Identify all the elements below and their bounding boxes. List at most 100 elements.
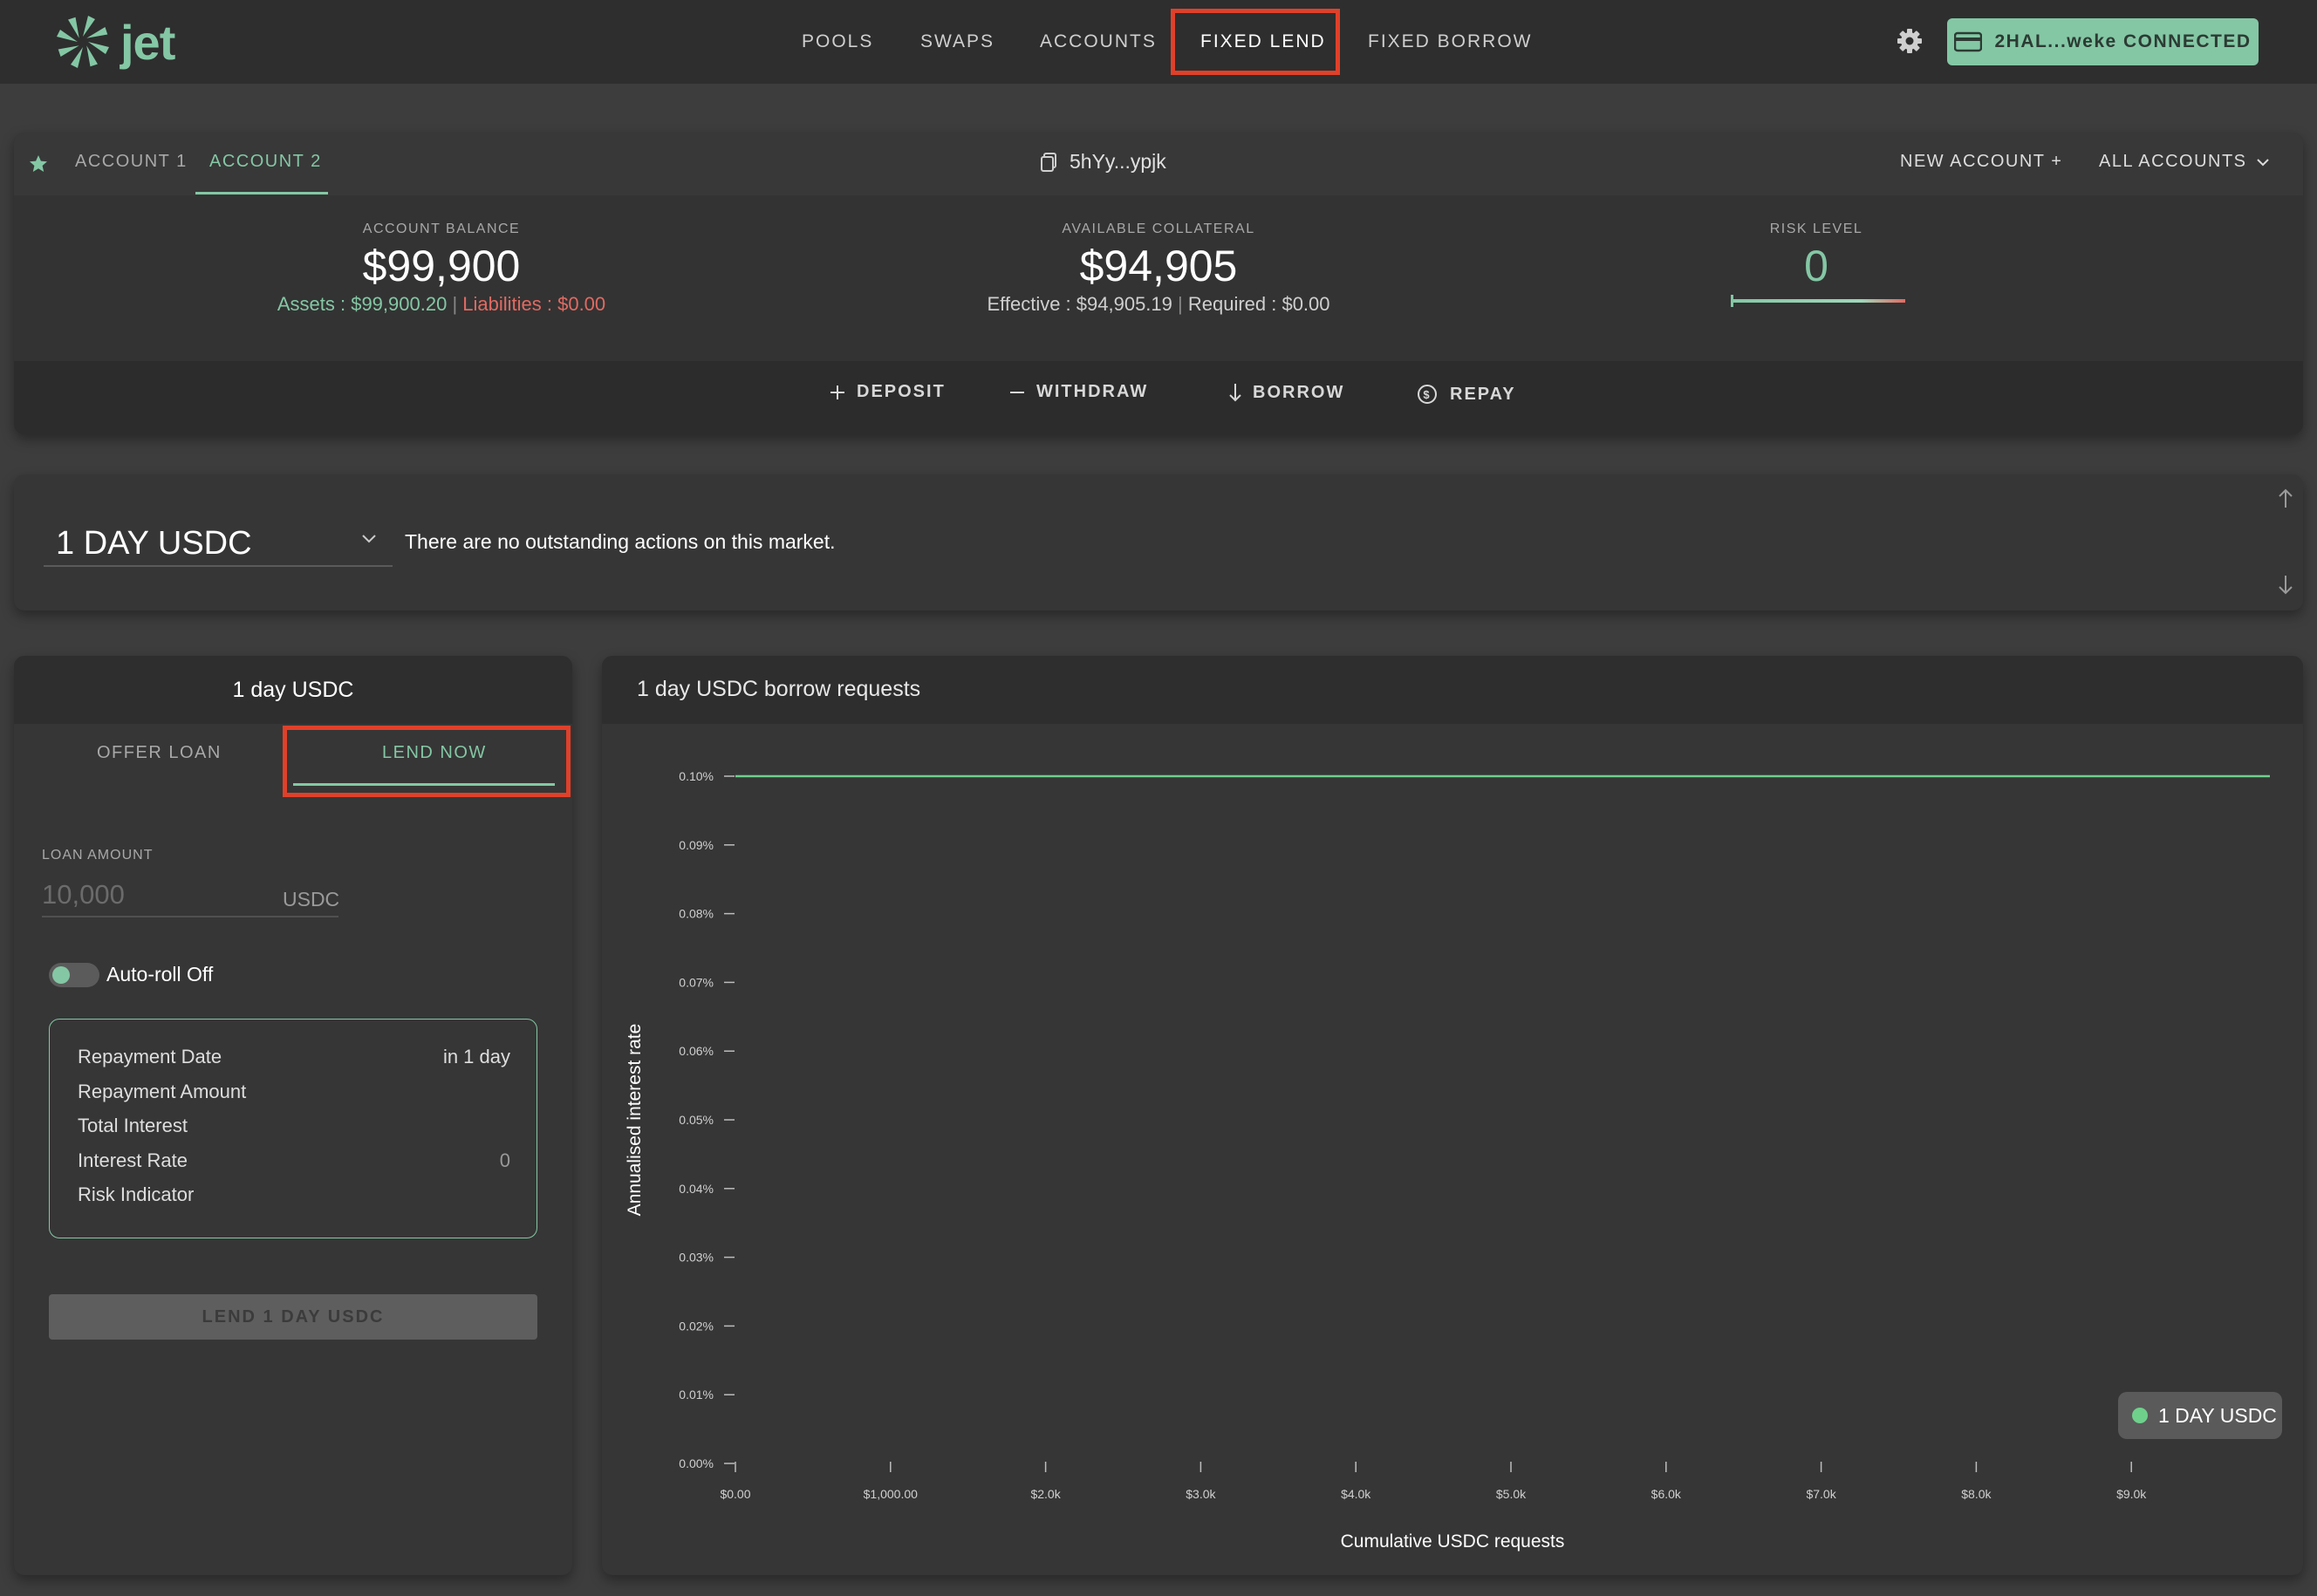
loan-summary-box: Repayment Date in 1 day Repayment Amount… (49, 1019, 537, 1238)
repayment-amount-row: Repayment Amount (78, 1081, 510, 1103)
x-tick-label: $7.0k (1806, 1487, 1836, 1501)
deposit-button[interactable]: DEPOSIT (829, 382, 946, 402)
repay-label: REPAY (1450, 384, 1516, 404)
effective-collateral: Effective : $94,905.19 (987, 293, 1172, 315)
repayment-date-label: Repayment Date (78, 1046, 222, 1067)
wallet-label: 2HAL...weke CONNECTED (1994, 31, 2252, 51)
y-tick-label: 0.05% (679, 1113, 714, 1127)
borrow-label: BORROW (1253, 382, 1345, 402)
auto-roll-toggle[interactable] (49, 963, 99, 987)
y-tick-label: 0.06% (679, 1044, 714, 1058)
repayment-amount-label: Repayment Amount (78, 1081, 247, 1102)
available-collateral-stat: AVAILABLE COLLATERAL $94,905 Effective :… (897, 222, 1420, 316)
x-tick-label: $8.0k (1961, 1487, 1992, 1501)
chevron-down-icon (362, 535, 376, 543)
lend-panel-title: 1 day USDC (14, 656, 572, 724)
risk-indicator-label: Risk Indicator (78, 1183, 195, 1205)
repay-button[interactable]: $ REPAY (1415, 382, 1516, 406)
chart-legend-chip[interactable]: 1 DAY USDC (2118, 1392, 2282, 1439)
auto-roll-toggle-knob (52, 966, 70, 984)
lend-panel: 1 day USDC OFFER LOAN LEND NOW LOAN AMOU… (14, 656, 572, 1575)
settings-gear-icon[interactable] (1895, 26, 1924, 56)
interest-rate-value: 0 (499, 1149, 510, 1171)
tab-account-2[interactable]: ACCOUNT 2 (209, 152, 322, 172)
x-axis-label: Cumulative USDC requests (1341, 1531, 1565, 1552)
x-tick-label: $2.0k (1030, 1487, 1061, 1501)
arrow-down-icon (1229, 384, 1241, 402)
legend-series-dot (2132, 1408, 2148, 1423)
highlight-fixed-lend (1171, 9, 1340, 75)
market-selected-name: 1 DAY USDC (56, 525, 252, 562)
nav-swaps[interactable]: SWAPS (920, 0, 994, 84)
lend-submit-button[interactable]: LEND 1 DAY USDC (49, 1294, 537, 1340)
nav-fixed-borrow[interactable]: FIXED BORROW (1368, 0, 1533, 84)
legend-series-label: 1 DAY USDC (2158, 1403, 2277, 1427)
y-tick-label: 0.09% (679, 838, 714, 852)
account-address[interactable]: 5hYy...ypjk (1040, 150, 1166, 174)
borrow-button[interactable]: BORROW (1228, 382, 1344, 403)
y-tick-label: 0.08% (679, 907, 714, 921)
withdraw-label: WITHDRAW (1036, 382, 1149, 401)
total-interest-row: Total Interest (78, 1115, 510, 1137)
risk-level-stat: RISK LEVEL 0 (1729, 222, 1905, 311)
account-card: ACCOUNT 1 ACCOUNT 2 5hYy...ypjk NEW ACCO… (14, 133, 2303, 434)
risk-level-value: 0 (1804, 242, 1828, 290)
available-collateral-value: $94,905 (1079, 242, 1238, 290)
svg-text:$: $ (1423, 388, 1431, 401)
account-balance-stat: ACCOUNT BALANCE $99,900 Assets : $99,900… (180, 222, 703, 316)
wallet-connected-button[interactable]: 2HAL...weke CONNECTED (1947, 18, 2259, 65)
x-tick-label: $9.0k (2116, 1487, 2147, 1501)
scroll-down-arrow-icon[interactable] (2277, 574, 2294, 597)
market-selector-card: 1 DAY USDC There are no outstanding acti… (14, 474, 2303, 610)
y-axis-label: Annualised interest rate (625, 1024, 645, 1217)
repay-coin-icon: $ (1418, 385, 1437, 404)
deposit-label: DEPOSIT (857, 382, 946, 401)
logo-text: jet (120, 14, 175, 70)
borrow-requests-chart-panel: 1 day USDC borrow requests 0.00% 0.01% 0.0… (602, 656, 2303, 1575)
account-tab-underline (195, 192, 328, 194)
y-tick-label: 0.00% (679, 1456, 714, 1470)
account-actions-bar: DEPOSIT WITHDRAW BORROW $ REPAY (14, 361, 2303, 434)
y-tick-label: 0.03% (679, 1251, 714, 1265)
tab-account-1[interactable]: ACCOUNT 1 (75, 152, 188, 172)
account-balance-breakdown: Assets : $99,900.20 | Liabilities : $0.0… (277, 293, 606, 315)
tab-offer-loan[interactable]: OFFER LOAN (97, 743, 222, 763)
all-accounts-dropdown[interactable]: ALL ACCOUNTS (2099, 152, 2270, 172)
plus-icon (830, 385, 844, 399)
total-interest-label: Total Interest (78, 1115, 188, 1136)
nav-accounts[interactable]: ACCOUNTS (1040, 0, 1157, 84)
x-tick-label: $0.00 (720, 1487, 750, 1501)
copy-icon[interactable] (1040, 152, 1057, 173)
collateral-breakdown: Effective : $94,905.19 | Required : $0.0… (987, 293, 1330, 315)
auto-roll-label: Auto-roll Off (106, 963, 214, 986)
highlight-lend-now (283, 726, 571, 797)
liabilities-value: Liabilities : $0.00 (462, 293, 606, 315)
x-tick-label: $4.0k (1341, 1487, 1371, 1501)
risk-level-label: RISK LEVEL (1769, 222, 1863, 236)
market-status-message: There are no outstanding actions on this… (405, 530, 836, 553)
chevron-down-icon (2256, 158, 2269, 166)
interest-rate-row: Interest Rate 0 (78, 1149, 510, 1172)
wallet-icon (1954, 31, 1983, 52)
scroll-up-arrow-icon[interactable] (2277, 487, 2294, 509)
repayment-date-value: in 1 day (442, 1046, 510, 1067)
new-account-button[interactable]: NEW ACCOUNT + (1900, 152, 2062, 172)
x-tick-label: $6.0k (1651, 1487, 1682, 1501)
x-tick-label: $5.0k (1496, 1487, 1527, 1501)
market-select-dropdown[interactable]: 1 DAY USDC (44, 518, 393, 567)
y-tick-label: 0.02% (679, 1319, 714, 1333)
y-tick-label: 0.07% (679, 975, 714, 989)
withdraw-button[interactable]: WITHDRAW (1008, 382, 1148, 402)
nav-pools[interactable]: POOLS (802, 0, 873, 84)
y-tick-label: 0.04% (679, 1182, 714, 1196)
minus-icon (1010, 391, 1024, 393)
favorite-star-icon[interactable] (28, 153, 49, 174)
jet-logo[interactable]: jet (54, 10, 175, 73)
available-collateral-label: AVAILABLE COLLATERAL (1062, 222, 1255, 236)
account-tabs: ACCOUNT 1 ACCOUNT 2 5hYy...ypjk NEW ACCO… (14, 133, 2303, 195)
x-tick-label: $1,000.00 (864, 1487, 918, 1501)
account-address-text: 5hYy...ypjk (1070, 150, 1166, 173)
assets-value: Assets : $99,900.20 (277, 293, 448, 315)
x-tick-label: $3.0k (1186, 1487, 1216, 1501)
repayment-date-row: Repayment Date in 1 day (78, 1046, 510, 1068)
